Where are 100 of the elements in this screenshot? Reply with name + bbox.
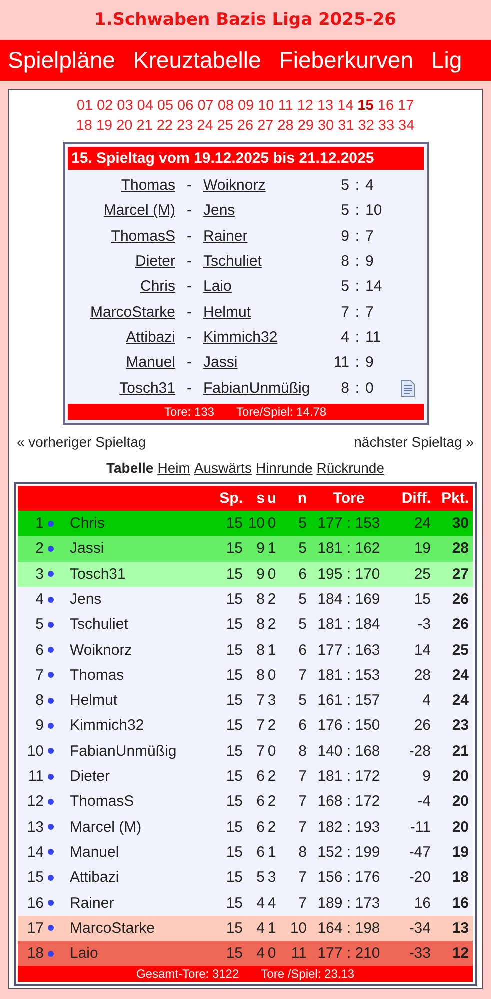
score: 7 — [340, 304, 350, 321]
matchday-link[interactable]: 04 — [137, 96, 154, 116]
table-cell-text: 8 — [256, 642, 265, 659]
score-separator: : — [354, 228, 361, 245]
table-cell-text: 176 : 150 — [316, 717, 382, 734]
matchday-link[interactable]: 20 — [116, 116, 133, 136]
score-separator: : — [354, 278, 361, 296]
matchday-link[interactable]: 08 — [218, 96, 234, 116]
team-link[interactable]: Dieter — [135, 253, 176, 270]
matchday-link[interactable]: 24 — [197, 116, 214, 136]
matchday-link[interactable]: 33 — [378, 116, 395, 136]
team-link[interactable]: Helmut — [204, 304, 252, 321]
table-tab[interactable]: Heim — [158, 460, 190, 476]
team-link[interactable]: Thomas — [121, 177, 176, 194]
nav-link[interactable]: Spielpläne — [8, 47, 116, 74]
matchday-link[interactable]: 05 — [157, 96, 174, 116]
dash: - — [186, 202, 193, 220]
table-cell-text: 10 — [247, 515, 265, 532]
team-link[interactable]: Laio — [204, 278, 232, 296]
table-cell-text: 28 — [413, 666, 431, 684]
table-cell-text: 20 — [451, 818, 470, 836]
matchday-link[interactable]: 21 — [136, 116, 153, 136]
table-cell-text: 8 — [298, 742, 307, 760]
score: 11 — [332, 354, 350, 372]
matchday-link[interactable]: 27 — [258, 116, 274, 136]
table-cell-text: 0 — [266, 666, 278, 684]
matchday-link[interactable]: 30 — [318, 116, 334, 136]
team-link[interactable]: Jens — [204, 202, 236, 220]
matchday-link[interactable]: 19 — [96, 116, 113, 136]
matchday-link[interactable]: 09 — [238, 96, 254, 116]
team-link[interactable]: Woiknorz — [204, 177, 266, 194]
team-link[interactable]: ThomasS — [111, 228, 176, 245]
matchday-link[interactable]: 01 — [76, 96, 93, 116]
team-link[interactable]: Kimmich32 — [204, 328, 278, 346]
matchday-link[interactable]: 11 — [278, 96, 294, 116]
table-cell-text: 6 — [298, 642, 307, 659]
matchday-link[interactable]: 17 — [398, 96, 414, 116]
column-header: s — [256, 490, 265, 507]
score-separator: : — [354, 253, 361, 270]
score-separator: : — [354, 354, 361, 372]
matchday-link[interactable]: 23 — [177, 116, 194, 136]
table-tab[interactable]: Auswärts — [194, 460, 252, 476]
nav-link[interactable]: Lig — [432, 47, 462, 74]
matchday-link[interactable]: 18 — [76, 116, 92, 136]
table-cell-text: 7 — [298, 666, 307, 684]
table-cell-text: 0 — [266, 566, 278, 583]
matchday-link[interactable]: 16 — [378, 96, 394, 116]
table-cell-text: 26 — [413, 717, 431, 734]
matchday-link[interactable]: 31 — [338, 116, 354, 136]
matchday-link[interactable]: 02 — [96, 96, 114, 116]
table-tab[interactable]: Tabelle — [106, 460, 154, 476]
matchday-link[interactable]: 32 — [358, 116, 374, 136]
table-tab[interactable]: Rückrunde — [316, 460, 384, 476]
matchday-link[interactable]: 07 — [198, 96, 214, 116]
team-link[interactable]: Tosch31 — [120, 380, 176, 397]
rank: 9 — [34, 717, 44, 734]
table-cell-text: 181 : 162 — [316, 540, 382, 558]
score-separator: : — [354, 177, 361, 194]
team-link[interactable]: FabianUnmüßig — [204, 380, 310, 397]
matchday-link[interactable]: 14 — [338, 96, 354, 116]
matchday-link[interactable]: 34 — [398, 116, 415, 136]
matchday-link[interactable]: 15 — [358, 96, 374, 116]
score: 8 — [340, 380, 350, 397]
matchday-link[interactable]: 28 — [278, 116, 294, 136]
previous-matchday-link[interactable]: « vorheriger Spieltag — [17, 434, 146, 450]
matchday-link[interactable]: 29 — [298, 116, 314, 136]
matchday-link[interactable]: 03 — [117, 96, 134, 116]
matchday-link[interactable]: 06 — [178, 96, 194, 116]
matchday-link[interactable]: 25 — [217, 116, 234, 136]
score: 5 — [340, 202, 350, 220]
score: 11 — [366, 328, 382, 346]
table-cell-text: 25 — [413, 566, 431, 583]
column-header: u — [266, 490, 278, 507]
table-cell-text: 8 — [298, 844, 307, 861]
team-link[interactable]: Marcel (M) — [104, 202, 176, 220]
nav-link[interactable]: Fieberkurven — [279, 47, 414, 74]
table-cell-text: 177 : 163 — [316, 642, 382, 659]
team-link[interactable]: Attibazi — [126, 328, 176, 346]
score: 9 — [366, 354, 375, 372]
team-link[interactable]: Tschuliet — [204, 253, 262, 270]
matchday-link[interactable]: 13 — [317, 96, 334, 116]
next-matchday-link[interactable]: nächster Spieltag » — [354, 434, 474, 450]
team-link[interactable]: Rainer — [204, 228, 248, 245]
table-cell-text: 9 — [422, 768, 431, 786]
matchday-link[interactable]: 12 — [297, 96, 314, 116]
table-cell-text: 5 — [298, 591, 307, 608]
team-link[interactable]: Jassi — [204, 354, 238, 372]
document-icon[interactable] — [400, 380, 414, 397]
nav-link[interactable]: Kreuztabelle — [133, 47, 262, 74]
matchday-link[interactable]: 10 — [258, 96, 274, 116]
team-link[interactable]: MarcoStarke — [90, 304, 176, 321]
table-cell-text: 15 — [225, 540, 243, 558]
matchday-link[interactable]: 22 — [156, 116, 173, 136]
matchday-link[interactable]: 26 — [237, 116, 254, 136]
table-tab[interactable]: Hinrunde — [256, 460, 313, 476]
score: 0 — [366, 380, 375, 397]
team-link[interactable]: Manuel — [126, 354, 176, 372]
rank: 1 — [34, 515, 44, 532]
table-cell-text: 8 — [256, 591, 265, 608]
team-link[interactable]: Chris — [140, 278, 176, 296]
